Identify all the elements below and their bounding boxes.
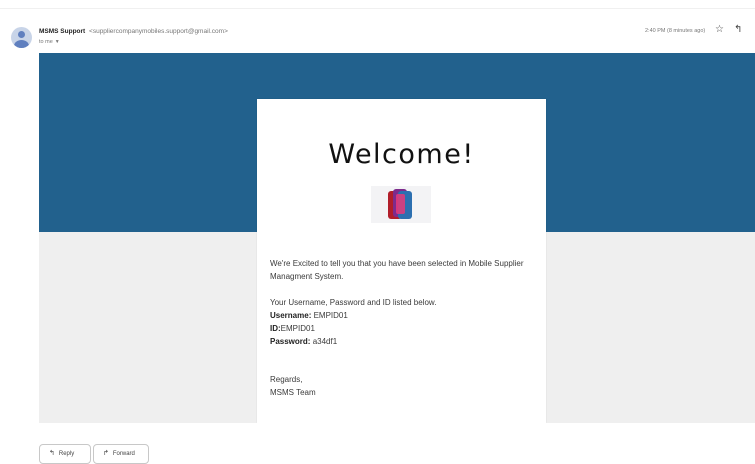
password-value: a34df1: [312, 337, 338, 346]
forward-label: Forward: [112, 451, 135, 457]
username-row: Username: EMPID01: [270, 309, 540, 322]
id-value: EMPID01: [280, 324, 315, 333]
team-name: MSMS Team: [270, 388, 316, 397]
username-value: EMPID01: [313, 311, 348, 320]
signature-block: Regards, MSMS Team: [270, 373, 540, 399]
avatar[interactable]: [11, 27, 32, 48]
username-label: Username:: [270, 311, 312, 320]
avatar-icon: [18, 31, 25, 38]
top-divider: [0, 8, 755, 9]
email-body: Welcome! We're Excited to tell you that …: [39, 53, 755, 423]
forward-button[interactable]: ↱ Forward: [93, 444, 149, 464]
sender-email: <suppliercompanymobiles.support@gmail.co…: [89, 28, 228, 35]
credentials-intro: Your Username, Password and ID listed be…: [270, 298, 437, 307]
forward-arrow-icon: ↱: [103, 450, 109, 457]
id-label: ID:: [270, 324, 281, 333]
id-row: ID:EMPID01: [270, 322, 540, 335]
reply-icon[interactable]: ↰: [734, 25, 742, 35]
credentials-block: Your Username, Password and ID listed be…: [270, 296, 540, 348]
password-label: Password:: [270, 337, 311, 346]
reply-label: Reply: [58, 451, 75, 457]
mobile-phones-logo: [371, 186, 431, 223]
sender-name[interactable]: MSMS Support: [39, 28, 85, 35]
email-timestamp: 2:40 PM (8 minutes ago): [645, 28, 706, 34]
welcome-title: Welcome!: [328, 139, 475, 170]
recipient-label: to me: [39, 39, 53, 45]
recipient-dropdown[interactable]: to me ▼: [39, 39, 60, 45]
star-icon[interactable]: ☆: [715, 25, 724, 35]
regards-line: Regards,: [270, 375, 303, 384]
password-row: Password: a34df1: [270, 335, 540, 348]
chevron-down-icon: ▼: [54, 39, 60, 45]
welcome-card: Welcome! We're Excited to tell you that …: [257, 99, 546, 423]
reply-button[interactable]: ↰ Reply: [39, 444, 91, 464]
reply-arrow-icon: ↰: [49, 450, 55, 457]
sender-line: MSMS Support <suppliercompanymobiles.sup…: [39, 28, 228, 35]
intro-text: We're Excited to tell you that you have …: [270, 259, 524, 281]
